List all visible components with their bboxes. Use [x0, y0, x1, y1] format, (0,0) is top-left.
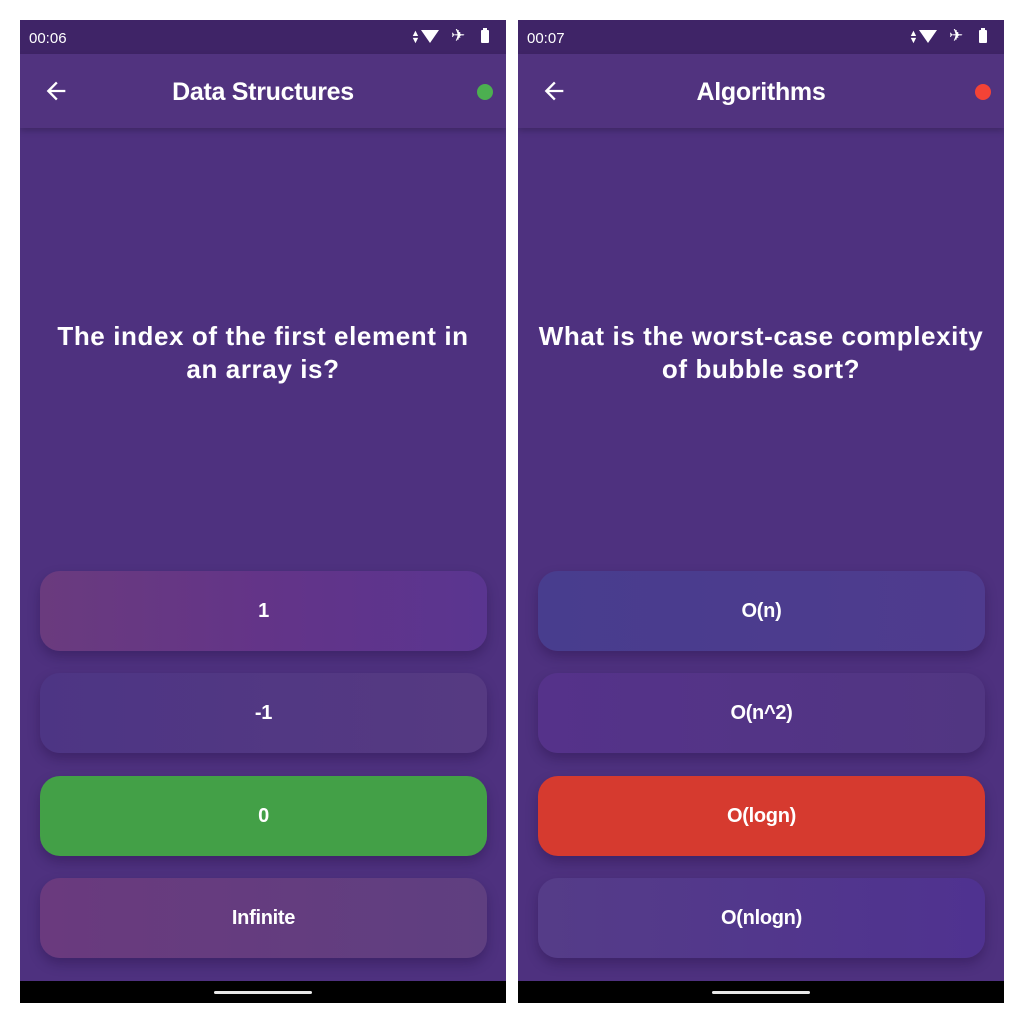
home-gesture-handle[interactable]: [214, 991, 312, 994]
answer-status-dot: [975, 84, 991, 100]
status-bar: 00:07 ▲ ▼ ✈: [518, 20, 1004, 54]
navigation-bar: [518, 981, 1004, 1003]
app-bar: Algorithms: [518, 54, 1004, 128]
answer-option[interactable]: O(nlogn): [538, 878, 985, 958]
answer-option-correct[interactable]: 0: [40, 776, 487, 856]
battery-icon: [979, 28, 987, 43]
answer-option[interactable]: -1: [40, 673, 487, 753]
answer-status-dot: [477, 84, 493, 100]
answer-option-wrong[interactable]: O(logn): [538, 776, 985, 856]
status-time: 00:06: [29, 30, 67, 47]
answer-option[interactable]: O(n^2): [538, 673, 985, 753]
data-arrows-icon: ▲ ▼: [411, 28, 420, 45]
answer-option[interactable]: 1: [40, 571, 487, 651]
quiz-screen-algorithms: 00:07 ▲ ▼ ✈ Algorithms What is the worst-…: [518, 20, 1004, 1003]
page-title: Data Structures: [172, 78, 354, 106]
data-arrows-icon: ▲ ▼: [909, 28, 918, 45]
airplane-icon: ✈: [949, 26, 964, 45]
answer-option[interactable]: O(n): [538, 571, 985, 651]
wifi-icon: [421, 30, 439, 43]
status-icons: ▲ ▼ ✈: [411, 26, 496, 46]
question-text: The index of the first element in an arr…: [57, 321, 469, 384]
app-bar: Data Structures: [20, 54, 506, 128]
quiz-screen-data-structures: 00:06 ▲ ▼ ✈ Data Structures The index of …: [20, 20, 506, 1003]
status-bar: 00:06 ▲ ▼ ✈: [20, 20, 506, 54]
question-text: What is the worst-case complexity of bub…: [538, 321, 984, 384]
status-icons: ▲ ▼ ✈: [909, 26, 994, 46]
airplane-icon: ✈: [451, 26, 466, 45]
home-gesture-handle[interactable]: [712, 991, 810, 994]
status-time: 00:07: [527, 30, 565, 47]
answer-option[interactable]: Infinite: [40, 878, 487, 958]
wifi-icon: [919, 30, 937, 43]
page-title: Algorithms: [696, 78, 826, 106]
navigation-bar: [20, 981, 506, 1003]
battery-icon: [481, 28, 489, 43]
